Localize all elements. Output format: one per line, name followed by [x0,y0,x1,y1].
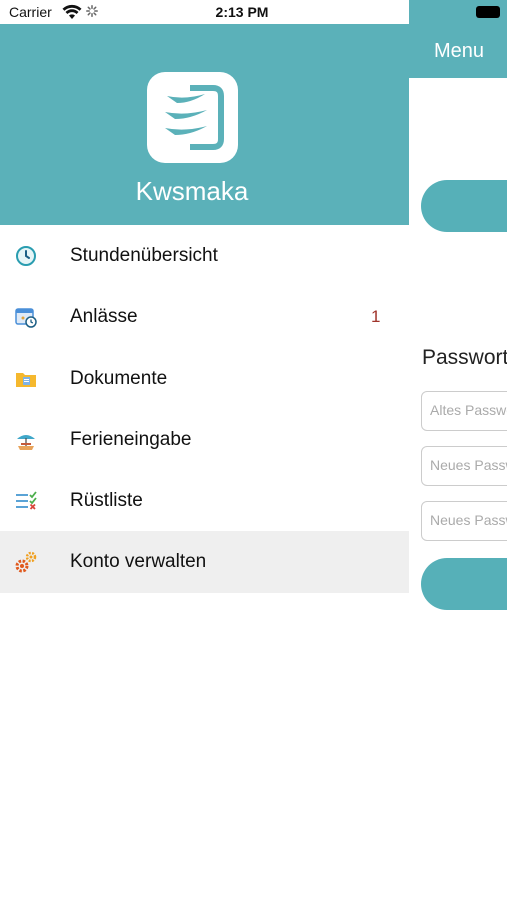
menu-item-stundenuebersicht[interactable]: Stundenübersicht [0,225,409,286]
gears-icon [15,552,37,573]
menu-item-label: Konto verwalten [70,551,207,573]
clock-icon [16,246,36,266]
top-bar-title[interactable]: Menu [434,40,484,63]
password-heading: Passwort [422,346,507,369]
old-password-input[interactable]: Altes Passwort [421,391,507,431]
folder-icon [16,372,36,387]
checklist-icon [16,491,37,510]
new-password-input[interactable]: Neues Passwort [421,446,507,486]
primary-button[interactable] [421,180,507,232]
confirm-password-input[interactable]: Neues Passwort [421,501,507,541]
menu-item-label: Dokumente [70,367,168,389]
side-drawer: Kwsmaka Stundenübersicht Anlässe 1 Dokum… [0,24,409,900]
menu-item-dokumente[interactable]: Dokumente [0,348,409,409]
drawer-menu: Stundenübersicht Anlässe 1 Dokumente Fer… [0,225,409,593]
menu-item-label: Anlässe [70,306,138,328]
app-name: Kwsmaka [135,176,249,206]
calendar-icon [15,308,37,329]
status-time: 2:13 PM [215,4,269,20]
menu-item-ferieneingabe[interactable]: Ferieneingabe [0,409,409,470]
vacation-icon [17,434,35,450]
menu-item-label: Stundenübersicht [70,245,218,266]
app-logo [147,72,238,163]
menu-item-label: Ferieneingabe [70,428,192,450]
change-password-button[interactable] [421,558,507,610]
drawer-header: Kwsmaka [0,24,409,225]
menu-item-ruestliste[interactable]: Rüstliste [0,470,409,531]
menu-item-label: Rüstliste [70,490,143,512]
menu-item-konto-verwalten[interactable]: Konto verwalten [0,531,409,593]
menu-item-badge: 1 [371,307,381,327]
menu-item-anlaesse[interactable]: Anlässe 1 [0,286,409,347]
main-content: Menu Passwort Altes Passwort Neues Passw… [409,0,507,900]
